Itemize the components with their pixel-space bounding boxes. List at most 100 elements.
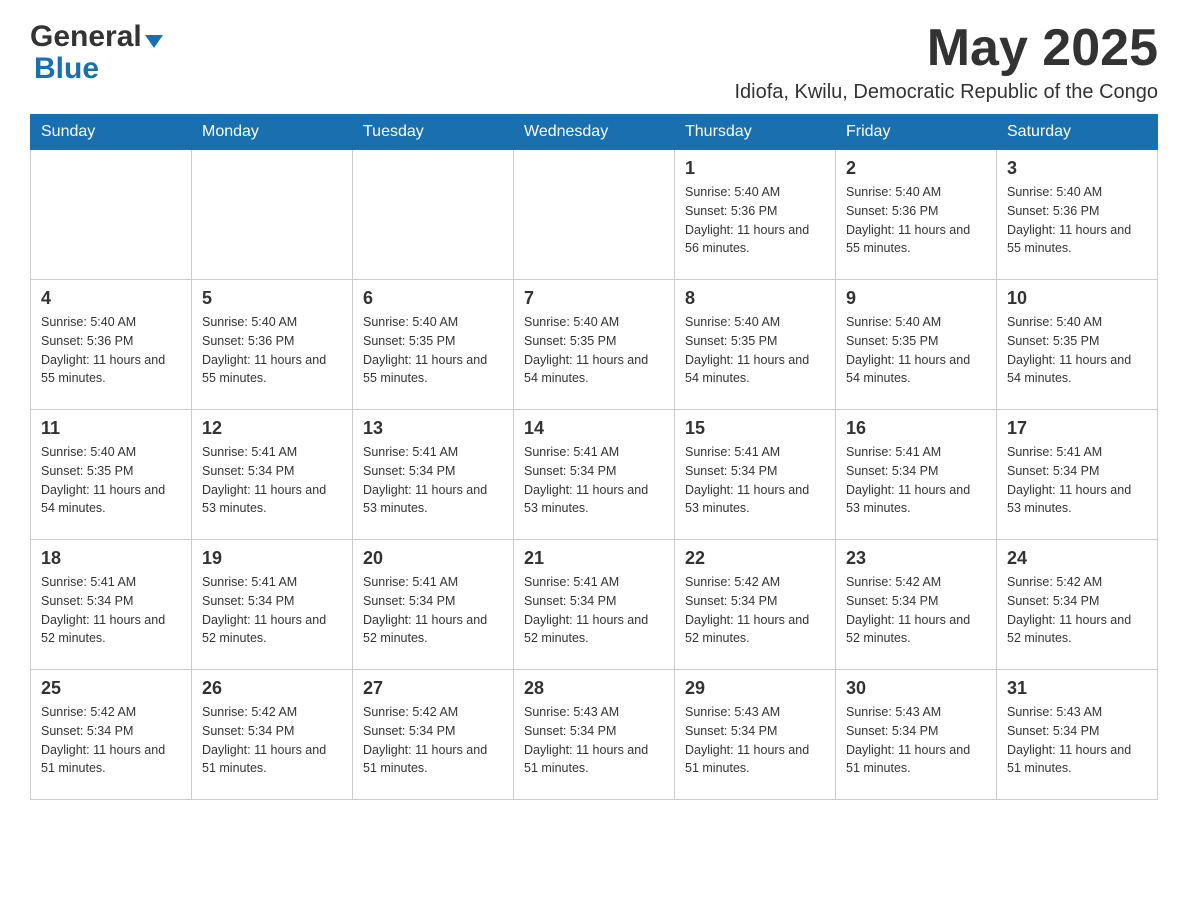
calendar-cell: 23Sunrise: 5:42 AMSunset: 5:34 PMDayligh… — [836, 540, 997, 670]
day-number: 29 — [685, 678, 825, 699]
location-title: Idiofa, Kwilu, Democratic Republic of th… — [734, 81, 1158, 104]
logo-blue-text: Blue — [34, 52, 99, 86]
day-number: 27 — [363, 678, 503, 699]
calendar-cell: 19 Sunrise: 5:41 AMSunset: 5:34 PMDayligh… — [192, 540, 353, 670]
day-number: 24 — [1007, 548, 1147, 569]
day-info: Sunrise: 5:40 AMSunset: 5:35 PMDaylight:… — [363, 313, 503, 388]
day-number: 19 — [202, 548, 342, 569]
day-info: Sunrise: 5:42 AMSunset: 5:34 PMDaylight:… — [846, 573, 986, 648]
day-info: Sunrise: 5:41 AMSunset: 5:34 PMDaylight:… — [363, 573, 503, 648]
day-number: 28 — [524, 678, 664, 699]
day-info: Sunrise: 5:41 AMSunset: 5:34 PMDaylight:… — [685, 443, 825, 518]
day-number: 16 — [846, 418, 986, 439]
calendar-cell: 9 Sunrise: 5:40 AMSunset: 5:35 PMDaylight… — [836, 280, 997, 410]
day-info: Sunrise: 5:42 AMSunset: 5:34 PMDaylight:… — [41, 703, 181, 778]
calendar-cell: 30 Sunrise: 5:43 AMSunset: 5:34 PMDayligh… — [836, 670, 997, 800]
calendar-cell: 14 Sunrise: 5:41 AMSunset: 5:34 PMDayligh… — [514, 410, 675, 540]
day-info: Sunrise: 5:40 AMSunset: 5:35 PMDaylight:… — [685, 313, 825, 388]
day-number: 9 — [846, 288, 986, 309]
day-info: Sunrise: 5:40 AMSunset: 5:36 PMDaylight:… — [41, 313, 181, 388]
day-header-monday: Monday — [192, 115, 353, 150]
calendar-cell: 22Sunrise: 5:42 AMSunset: 5:34 PMDayligh… — [675, 540, 836, 670]
day-number: 11 — [41, 418, 181, 439]
calendar-cell: 15Sunrise: 5:41 AMSunset: 5:34 PMDayligh… — [675, 410, 836, 540]
day-number: 2 — [846, 158, 986, 179]
day-number: 26 — [202, 678, 342, 699]
day-info: Sunrise: 5:41 AMSunset: 5:34 PMDaylight:… — [202, 443, 342, 518]
calendar-week-1: 1Sunrise: 5:40 AMSunset: 5:36 PMDaylight… — [31, 150, 1158, 280]
calendar-cell: 7Sunrise: 5:40 AMSunset: 5:35 PMDaylight… — [514, 280, 675, 410]
day-number: 10 — [1007, 288, 1147, 309]
day-info: Sunrise: 5:41 AMSunset: 5:34 PMDaylight:… — [846, 443, 986, 518]
month-title: May 2025 — [734, 20, 1158, 77]
day-info: Sunrise: 5:40 AMSunset: 5:35 PMDaylight:… — [524, 313, 664, 388]
day-number: 31 — [1007, 678, 1147, 699]
day-info: Sunrise: 5:43 AMSunset: 5:34 PMDaylight:… — [685, 703, 825, 778]
day-number: 13 — [363, 418, 503, 439]
calendar-cell: 2 Sunrise: 5:40 AMSunset: 5:36 PMDaylight… — [836, 150, 997, 280]
title-area: May 2025 Idiofa, Kwilu, Democratic Repub… — [734, 20, 1158, 104]
day-info: Sunrise: 5:41 AMSunset: 5:34 PMDaylight:… — [202, 573, 342, 648]
calendar-cell — [31, 150, 192, 280]
logo-triangle-icon — [145, 35, 163, 48]
day-header-thursday: Thursday — [675, 115, 836, 150]
day-number: 4 — [41, 288, 181, 309]
day-number: 22 — [685, 548, 825, 569]
day-number: 14 — [524, 418, 664, 439]
day-info: Sunrise: 5:43 AMSunset: 5:34 PMDaylight:… — [846, 703, 986, 778]
calendar-week-4: 18 Sunrise: 5:41 AMSunset: 5:34 PMDayligh… — [31, 540, 1158, 670]
calendar-week-3: 11 Sunrise: 5:40 AMSunset: 5:35 PMDayligh… — [31, 410, 1158, 540]
day-info: Sunrise: 5:43 AMSunset: 5:34 PMDaylight:… — [1007, 703, 1147, 778]
day-info: Sunrise: 5:41 AMSunset: 5:34 PMDaylight:… — [524, 573, 664, 648]
calendar-week-2: 4 Sunrise: 5:40 AMSunset: 5:36 PMDaylight… — [31, 280, 1158, 410]
day-info: Sunrise: 5:40 AMSunset: 5:36 PMDaylight:… — [1007, 183, 1147, 258]
calendar-cell: 17 Sunrise: 5:41 AMSunset: 5:34 PMDayligh… — [997, 410, 1158, 540]
day-number: 25 — [41, 678, 181, 699]
day-header-friday: Friday — [836, 115, 997, 150]
day-number: 8 — [685, 288, 825, 309]
calendar-cell — [353, 150, 514, 280]
day-header-sunday: Sunday — [31, 115, 192, 150]
day-info: Sunrise: 5:42 AMSunset: 5:34 PMDaylight:… — [1007, 573, 1147, 648]
calendar-cell: 8 Sunrise: 5:40 AMSunset: 5:35 PMDaylight… — [675, 280, 836, 410]
day-info: Sunrise: 5:41 AMSunset: 5:34 PMDaylight:… — [524, 443, 664, 518]
day-number: 6 — [363, 288, 503, 309]
day-number: 3 — [1007, 158, 1147, 179]
calendar-cell: 4 Sunrise: 5:40 AMSunset: 5:36 PMDaylight… — [31, 280, 192, 410]
day-info: Sunrise: 5:40 AMSunset: 5:36 PMDaylight:… — [846, 183, 986, 258]
calendar-cell: 5Sunrise: 5:40 AMSunset: 5:36 PMDaylight… — [192, 280, 353, 410]
calendar-cell: 3 Sunrise: 5:40 AMSunset: 5:36 PMDaylight… — [997, 150, 1158, 280]
day-number: 17 — [1007, 418, 1147, 439]
day-number: 12 — [202, 418, 342, 439]
logo-general-text: General — [30, 20, 142, 54]
calendar-cell: 11 Sunrise: 5:40 AMSunset: 5:35 PMDayligh… — [31, 410, 192, 540]
calendar-cell: 21 Sunrise: 5:41 AMSunset: 5:34 PMDayligh… — [514, 540, 675, 670]
day-info: Sunrise: 5:40 AMSunset: 5:36 PMDaylight:… — [685, 183, 825, 258]
logo: General Blue — [30, 20, 163, 86]
day-header-tuesday: Tuesday — [353, 115, 514, 150]
calendar-table: SundayMondayTuesdayWednesdayThursdayFrid… — [30, 114, 1158, 800]
calendar-cell: 1Sunrise: 5:40 AMSunset: 5:36 PMDaylight… — [675, 150, 836, 280]
day-info: Sunrise: 5:41 AMSunset: 5:34 PMDaylight:… — [1007, 443, 1147, 518]
calendar-header-row: SundayMondayTuesdayWednesdayThursdayFrid… — [31, 115, 1158, 150]
day-number: 18 — [41, 548, 181, 569]
calendar-cell: 31 Sunrise: 5:43 AMSunset: 5:34 PMDayligh… — [997, 670, 1158, 800]
calendar-cell: 10Sunrise: 5:40 AMSunset: 5:35 PMDayligh… — [997, 280, 1158, 410]
day-info: Sunrise: 5:42 AMSunset: 5:34 PMDaylight:… — [202, 703, 342, 778]
calendar-cell: 25 Sunrise: 5:42 AMSunset: 5:34 PMDayligh… — [31, 670, 192, 800]
day-header-wednesday: Wednesday — [514, 115, 675, 150]
calendar-cell: 28 Sunrise: 5:43 AMSunset: 5:34 PMDayligh… — [514, 670, 675, 800]
calendar-cell: 12 Sunrise: 5:41 AMSunset: 5:34 PMDayligh… — [192, 410, 353, 540]
day-info: Sunrise: 5:40 AMSunset: 5:36 PMDaylight:… — [202, 313, 342, 388]
day-info: Sunrise: 5:41 AMSunset: 5:34 PMDaylight:… — [41, 573, 181, 648]
day-info: Sunrise: 5:42 AMSunset: 5:34 PMDaylight:… — [363, 703, 503, 778]
calendar-cell — [514, 150, 675, 280]
day-info: Sunrise: 5:43 AMSunset: 5:34 PMDaylight:… — [524, 703, 664, 778]
day-info: Sunrise: 5:40 AMSunset: 5:35 PMDaylight:… — [41, 443, 181, 518]
calendar-cell: 18 Sunrise: 5:41 AMSunset: 5:34 PMDayligh… — [31, 540, 192, 670]
day-number: 30 — [846, 678, 986, 699]
day-info: Sunrise: 5:40 AMSunset: 5:35 PMDaylight:… — [846, 313, 986, 388]
calendar-cell: 6 Sunrise: 5:40 AMSunset: 5:35 PMDaylight… — [353, 280, 514, 410]
day-header-saturday: Saturday — [997, 115, 1158, 150]
day-number: 21 — [524, 548, 664, 569]
